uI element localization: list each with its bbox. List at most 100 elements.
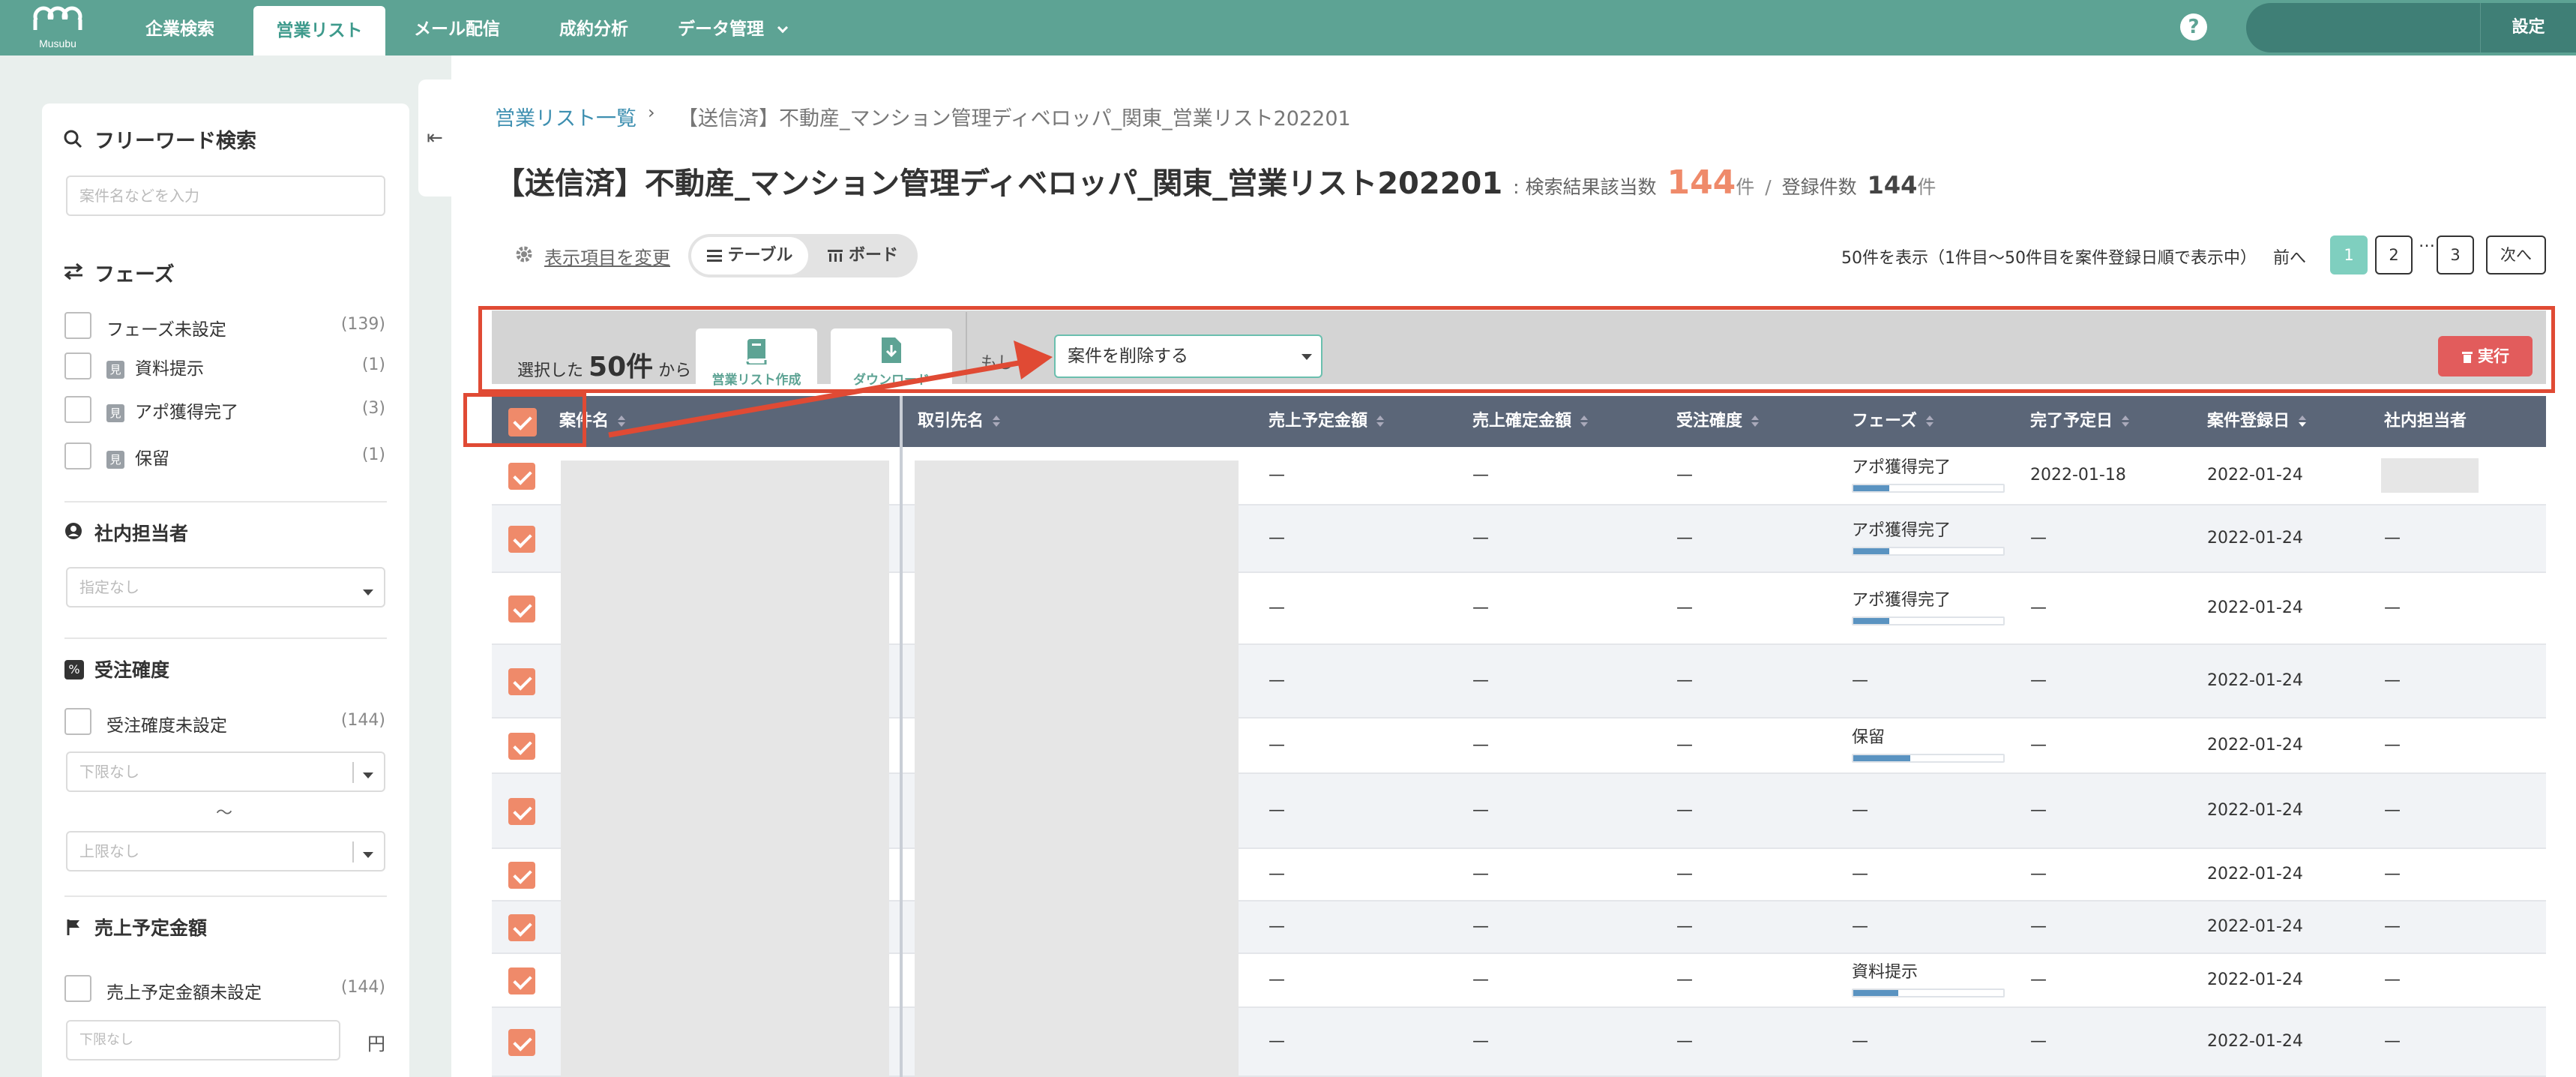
phase-document-checkbox[interactable] (64, 352, 91, 380)
phase-hold-count: (1) (361, 446, 385, 464)
column-header-phase[interactable]: フェーズ (1852, 396, 1933, 447)
nav-data-management[interactable]: データ管理 (678, 0, 789, 56)
phase-progress-fill (1853, 990, 1898, 996)
row-checkbox[interactable] (508, 596, 535, 622)
phase-document-label: 見資料提示 (106, 354, 204, 380)
sort-icon (1376, 416, 1385, 428)
annotation-highlight-action-bar (478, 306, 2555, 393)
phase-appointment-checkbox[interactable] (64, 396, 91, 423)
cell-confirmed: — (1472, 1032, 1489, 1051)
board-view-button[interactable]: ボード (811, 237, 915, 274)
probability-lower-value: 下限なし (79, 763, 139, 781)
settings-button[interactable]: 設定 (2480, 3, 2576, 52)
sales-forecast-filter-title: 売上予定金額 (94, 917, 208, 939)
row-checkbox[interactable] (508, 968, 535, 994)
cell-confirmed: — (1472, 917, 1489, 936)
row-checkbox[interactable] (508, 668, 535, 695)
sales-unset-checkbox[interactable] (64, 975, 91, 1002)
musubu-logo[interactable]: Musubu (28, 4, 87, 51)
column-header-sales-confirmed[interactable]: 売上確定金額 (1472, 396, 1589, 447)
cell-registered: 2022-01-24 (2207, 970, 2303, 989)
cell-confirmed: — (1472, 671, 1489, 690)
column-header-due-date[interactable]: 完了予定日 (2030, 396, 2130, 447)
column-header-probability[interactable]: 受注確度 (1676, 396, 1760, 447)
pagination-page-2[interactable]: 2 (2375, 236, 2413, 274)
row-checkbox[interactable] (508, 733, 535, 760)
redacted-owner (2381, 458, 2479, 493)
sort-icon (1580, 416, 1589, 428)
column-header-client-name-label: 取引先名 (918, 412, 984, 430)
sort-icon (618, 416, 626, 428)
row-checkbox[interactable] (508, 914, 535, 941)
cell-due: — (2030, 801, 2047, 820)
phase-progress-bar (1852, 754, 2005, 763)
cell-prob: — (1676, 598, 1693, 617)
list-icon (706, 250, 722, 262)
phase-unset-checkbox[interactable] (64, 312, 91, 339)
cell-phase: 資料提示 (1852, 963, 1919, 982)
pagination-next[interactable]: 次へ (2486, 236, 2546, 274)
probability-upper-select[interactable]: 上限なし (66, 831, 385, 872)
pagination-page-1[interactable]: 1 (2330, 236, 2368, 274)
phase-tag-badge: 見 (106, 360, 124, 379)
cell-due: — (2030, 1032, 2047, 1051)
probability-upper-value: 上限なし (79, 842, 139, 860)
probability-lower-select[interactable]: 下限なし (66, 752, 385, 792)
pagination-prev[interactable]: 前へ (2273, 244, 2306, 268)
main-content: 営業リスト一覧 › 【送信済】不動産_マンション管理ディベロッパ_関東_営業リス… (451, 56, 2576, 1077)
freeword-search-input[interactable]: 案件名などを入力 (66, 176, 385, 216)
sales-lower-input[interactable]: 下限なし (66, 1020, 340, 1060)
cell-sales: — (1269, 865, 1285, 884)
cell-confirmed: — (1472, 466, 1489, 484)
cell-owner: — (2384, 736, 2401, 754)
table-view-button[interactable]: テーブル (691, 237, 808, 274)
phase-progress-bar (1852, 484, 2005, 493)
annotation-highlight-select-all (463, 393, 586, 447)
cell-due: — (2030, 736, 2047, 754)
sort-icon (2122, 416, 2130, 428)
phase-appointment-text: アポ獲得完了 (135, 403, 238, 422)
pagination-page-3[interactable]: 3 (2437, 236, 2474, 274)
collapse-sidebar-icon[interactable]: ⇤ (418, 80, 451, 196)
cell-owner: — (2384, 598, 2401, 617)
nav-company-search[interactable]: 企業検索 (145, 0, 214, 56)
sales-unset-label: 売上予定金額未設定 (106, 983, 262, 1003)
cell-owner: — (2384, 865, 2401, 884)
column-header-phase-label: フェーズ (1852, 412, 1917, 430)
cell-due: — (2030, 865, 2047, 884)
cell-registered: 2022-01-24 (2207, 1032, 2303, 1051)
phase-hold-text: 保留 (135, 449, 169, 469)
top-navigation-bar: Musubu 企業検索 営業リスト メール配信 成約分析 データ管理 ? 設定 (0, 0, 2576, 56)
row-checkbox[interactable] (508, 463, 535, 490)
nav-deal-analysis[interactable]: 成約分析 (559, 0, 628, 56)
cell-phase: — (1852, 801, 1868, 820)
cell-registered: 2022-01-24 (2207, 466, 2303, 484)
registered-count-label: 登録件数 (1781, 176, 1857, 198)
cell-prob: — (1676, 736, 1693, 754)
column-header-sales-forecast[interactable]: 売上予定金額 (1269, 396, 1385, 447)
nav-sales-list[interactable]: 営業リスト (253, 6, 385, 56)
cell-sales: — (1269, 736, 1285, 754)
phase-hold-checkbox[interactable] (64, 442, 91, 470)
change-columns-link[interactable]: 表示項目を変更 (544, 243, 670, 269)
breadcrumb-sales-list-link[interactable]: 営業リスト一覧 (495, 102, 637, 131)
row-checkbox[interactable] (508, 526, 535, 553)
help-icon[interactable]: ? (2180, 14, 2207, 40)
phase-unset-count: (139) (340, 315, 385, 334)
row-checkbox[interactable] (508, 1029, 535, 1056)
row-checkbox[interactable] (508, 862, 535, 889)
select-divider (352, 842, 354, 862)
nav-mail-delivery[interactable]: メール配信 (414, 0, 500, 56)
phase-tag-badge: 見 (106, 404, 124, 422)
column-header-owner: 社内担当者 (2384, 396, 2467, 447)
column-header-registered-date[interactable]: 案件登録日 (2207, 396, 2307, 447)
filter-sidebar: フリーワード検索 案件名などを入力 フェーズ フェーズ未設定 (139) 見資料… (42, 104, 409, 1077)
probability-unset-count: (144) (340, 711, 385, 730)
row-checkbox[interactable] (508, 798, 535, 825)
owner-select[interactable]: 指定なし (66, 567, 385, 608)
sort-desc-icon (2299, 416, 2307, 428)
probability-unset-checkbox[interactable] (64, 708, 91, 735)
column-header-client-name[interactable]: 取引先名 (918, 396, 1001, 447)
cell-due: — (2030, 917, 2047, 936)
gear-icon (516, 246, 532, 262)
